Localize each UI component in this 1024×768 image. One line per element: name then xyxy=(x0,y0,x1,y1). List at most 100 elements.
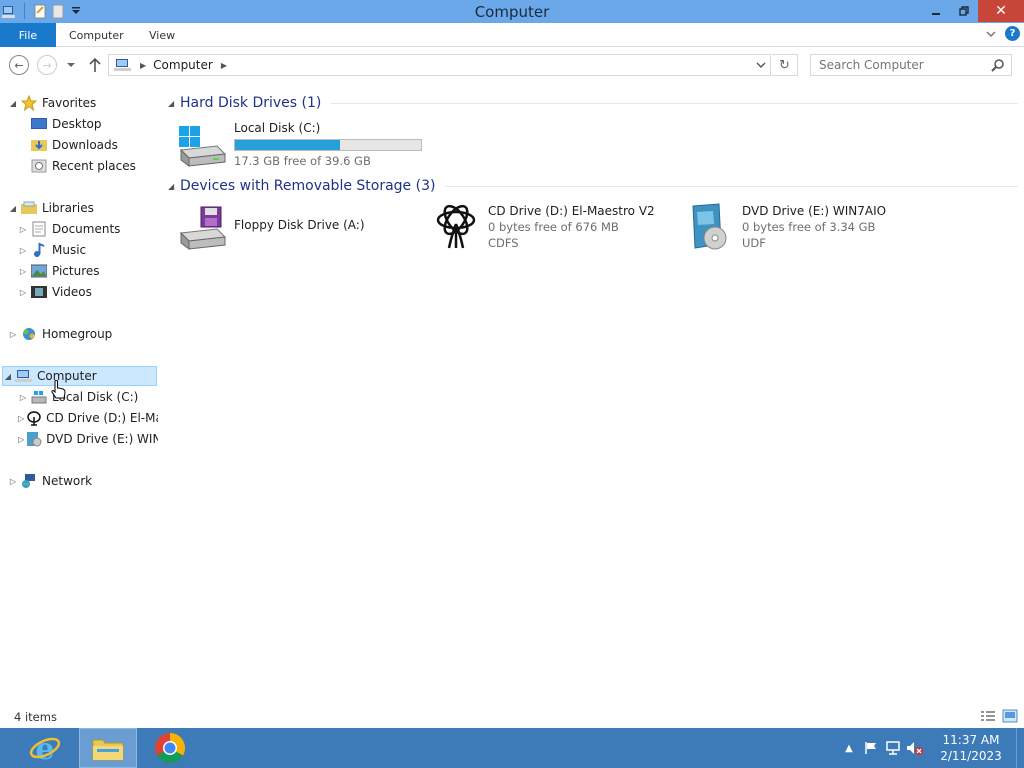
collapse-arrow-icon[interactable]: ◢ xyxy=(168,99,180,108)
sidebar-item-homegroup[interactable]: ▷ Homegroup xyxy=(8,324,156,344)
drive-file-system: CDFS xyxy=(488,236,519,250)
internet-explorer-icon: e xyxy=(29,732,61,764)
tab-computer[interactable]: Computer xyxy=(69,23,124,47)
sidebar-item-network[interactable]: ▷ Network xyxy=(8,471,156,491)
content-pane: ◢ Hard Disk Drives (1) Local Disk (C:) 1… xyxy=(164,88,1024,704)
sidebar-item-recent-places[interactable]: Recent places xyxy=(28,156,156,176)
sidebar-item-libraries[interactable]: ◢ Libraries xyxy=(8,198,156,218)
sidebar-item-label: Recent places xyxy=(52,159,136,173)
close-button[interactable]: ✕ xyxy=(978,0,1024,22)
drive-name: Local Disk (C:) xyxy=(234,121,321,135)
taskbar-clock[interactable]: 11:37 AM 2/11/2023 xyxy=(926,732,1016,764)
sidebar-item-downloads[interactable]: Downloads xyxy=(28,135,156,155)
network-icon xyxy=(20,473,38,489)
arrow-right-icon: → xyxy=(42,58,52,72)
sidebar-item-label: Music xyxy=(52,243,87,257)
drive-free-space: 17.3 GB free of 39.6 GB xyxy=(234,154,371,168)
help-icon[interactable]: ? xyxy=(1005,26,1020,41)
large-icons-view-icon[interactable] xyxy=(1002,709,1018,723)
breadcrumb-computer[interactable]: Computer xyxy=(153,58,213,72)
drive-tile-cd-drive[interactable]: CD Drive (D:) El-Maestro V2 0 bytes free… xyxy=(430,201,680,253)
sidebar-item-computer[interactable]: ◢ Computer xyxy=(2,366,157,386)
music-icon xyxy=(30,242,48,258)
search-box[interactable] xyxy=(810,54,1012,76)
title-bar: Computer ✕ xyxy=(0,0,1024,23)
expand-arrow-icon[interactable]: ▷ xyxy=(18,267,28,276)
forward-button[interactable]: → xyxy=(37,55,57,75)
action-center-flag-icon[interactable] xyxy=(860,728,882,768)
sidebar-item-desktop[interactable]: Desktop xyxy=(28,114,156,134)
recent-locations-icon[interactable] xyxy=(66,61,76,69)
sidebar-item-label: Documents xyxy=(52,222,121,236)
sidebar-item-favorites[interactable]: ◢ Favorites xyxy=(8,93,156,113)
sidebar-item-label: Desktop xyxy=(52,117,102,131)
sidebar-item-cd-drive[interactable]: ▷ CD Drive (D:) El-Maestro V2 xyxy=(18,408,158,428)
back-button[interactable]: ← xyxy=(9,55,29,75)
details-view-icon[interactable] xyxy=(980,709,996,723)
expand-arrow-icon[interactable]: ▷ xyxy=(18,288,28,297)
expand-arrow-icon[interactable]: ▷ xyxy=(8,477,18,486)
collapse-arrow-icon[interactable]: ◢ xyxy=(168,182,180,191)
expand-arrow-icon[interactable]: ▷ xyxy=(8,330,18,339)
network-status-icon[interactable] xyxy=(882,728,904,768)
sidebar-item-music[interactable]: ▷ Music xyxy=(18,240,156,260)
taskbar-app-chrome[interactable] xyxy=(141,728,199,768)
drive-free-space: 0 bytes free of 3.34 GB xyxy=(742,220,876,234)
taskbar-app-file-explorer[interactable] xyxy=(79,728,137,768)
taskbar-app-internet-explorer[interactable]: e xyxy=(16,728,74,768)
sidebar-item-videos[interactable]: ▷ Videos xyxy=(18,282,156,302)
expand-arrow-icon[interactable]: ▷ xyxy=(18,246,28,255)
expand-arrow-icon[interactable]: ▷ xyxy=(18,435,24,444)
search-icon[interactable] xyxy=(991,58,1005,72)
taskbar: e ▲ 11:37 AM 2/11/2023 xyxy=(0,728,1024,768)
sidebar-item-label: Network xyxy=(42,474,93,488)
group-divider xyxy=(331,102,1018,104)
collapse-arrow-icon[interactable]: ◢ xyxy=(8,204,18,213)
sidebar-item-label: Videos xyxy=(52,285,92,299)
tab-file[interactable]: File xyxy=(0,23,56,47)
sidebar-item-label: Homegroup xyxy=(42,327,113,341)
expand-arrow-icon[interactable]: ▷ xyxy=(18,393,28,402)
minimize-button[interactable] xyxy=(922,0,950,22)
ribbon-controls: ? xyxy=(985,26,1020,41)
sidebar-item-dvd-drive[interactable]: ▷ DVD Drive (E:) WIN7AIO xyxy=(18,429,158,449)
collapse-arrow-icon[interactable]: ◢ xyxy=(3,372,13,381)
group-header-removable-storage[interactable]: ◢ Devices with Removable Storage (3) xyxy=(168,176,1018,196)
sidebar-item-local-disk[interactable]: ▷ Local Disk (C:) xyxy=(18,387,156,407)
sidebar-item-documents[interactable]: ▷ Documents xyxy=(18,219,156,239)
group-title: Hard Disk Drives (1) xyxy=(180,95,322,111)
expand-ribbon-icon[interactable] xyxy=(985,28,997,40)
navigation-bar: ← → ▶ Computer ▶ ↻ xyxy=(0,48,1024,82)
window-title: Computer xyxy=(474,3,550,21)
homegroup-icon xyxy=(20,326,38,342)
drive-name: DVD Drive (E:) WIN7AIO xyxy=(742,204,887,218)
group-header-hard-disk-drives[interactable]: ◢ Hard Disk Drives (1) xyxy=(168,93,1018,113)
up-arrow-icon[interactable] xyxy=(88,57,102,73)
show-hidden-icons-icon[interactable]: ▲ xyxy=(838,728,860,768)
computer-icon xyxy=(114,59,131,71)
pictures-icon xyxy=(30,263,48,279)
restore-button[interactable] xyxy=(950,0,978,22)
tab-view[interactable]: View xyxy=(149,23,175,47)
expand-arrow-icon[interactable]: ▷ xyxy=(18,414,24,423)
address-bar[interactable]: ▶ Computer ▶ xyxy=(108,54,771,76)
volume-muted-icon[interactable] xyxy=(904,728,926,768)
sidebar-item-label: Downloads xyxy=(52,138,118,152)
drive-tile-dvd-drive[interactable]: DVD Drive (E:) WIN7AIO 0 bytes free of 3… xyxy=(684,201,934,253)
show-desktop-button[interactable] xyxy=(1016,728,1024,768)
drive-tile-local-disk[interactable]: Local Disk (C:) 17.3 GB free of 39.6 GB xyxy=(176,118,426,170)
drive-tile-floppy[interactable]: Floppy Disk Drive (A:) xyxy=(176,201,426,253)
navigation-pane: ◢ Favorites Desktop Downloads Recent pla… xyxy=(0,88,158,704)
collapse-arrow-icon[interactable]: ◢ xyxy=(8,99,18,108)
breadcrumb-separator-icon[interactable]: ▶ xyxy=(140,61,146,70)
breadcrumb-separator-icon[interactable]: ▶ xyxy=(221,61,227,70)
file-explorer-icon xyxy=(92,739,124,761)
refresh-button[interactable]: ↻ xyxy=(772,54,798,76)
expand-arrow-icon[interactable]: ▷ xyxy=(18,225,28,234)
drive-free-space: 0 bytes free of 676 MB xyxy=(488,220,619,234)
sidebar-item-label: DVD Drive (E:) WIN7AIO xyxy=(46,432,158,446)
search-input[interactable] xyxy=(811,55,981,75)
sidebar-item-pictures[interactable]: ▷ Pictures xyxy=(18,261,156,281)
star-icon xyxy=(20,95,38,111)
address-dropdown-icon[interactable] xyxy=(756,61,766,69)
